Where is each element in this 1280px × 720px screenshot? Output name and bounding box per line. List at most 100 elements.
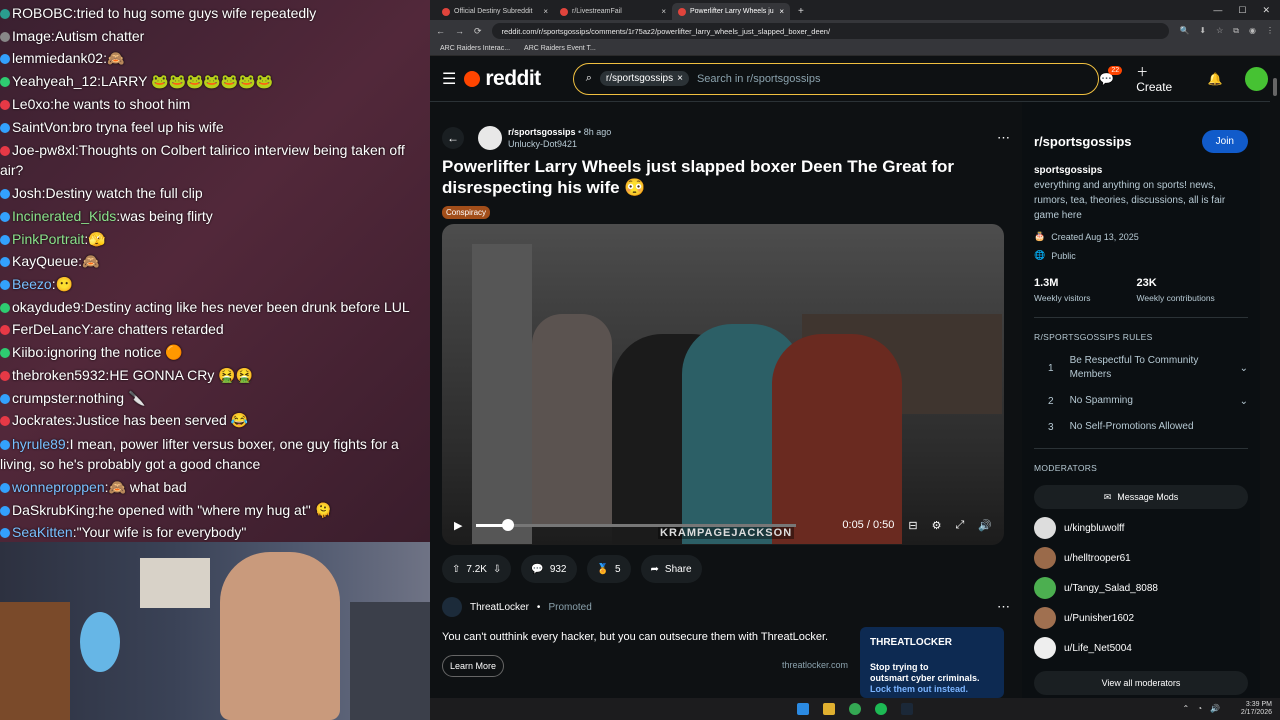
hamburger-icon[interactable]: ☰	[442, 69, 456, 89]
tab-powerlifter[interactable]: Powerlifter Larry Wheels ju ×	[672, 3, 790, 20]
close-icon[interactable]: ×	[543, 7, 548, 16]
award-button[interactable]: 🏅 5	[586, 555, 631, 583]
chat-icon[interactable]: 💬 22	[1099, 65, 1123, 86]
scrub-handle[interactable]	[502, 518, 515, 531]
back-button[interactable]: ←	[442, 127, 464, 149]
volume-icon[interactable]: 🔊	[978, 519, 992, 532]
scrollbar[interactable]	[1270, 56, 1280, 698]
rule-item[interactable]: 1 Be Respectful To Community Members ⌄	[1034, 354, 1248, 382]
close-icon[interactable]: ×	[779, 7, 784, 16]
chat-username[interactable]: KayQueue	[12, 253, 78, 269]
avatar[interactable]	[1244, 66, 1268, 91]
play-icon[interactable]: ▶	[454, 519, 462, 532]
moderator-item[interactable]: u/kingbluwolff	[1034, 517, 1248, 539]
close-window-icon[interactable]: ✕	[1262, 5, 1270, 16]
create-button[interactable]: ＋ Create	[1136, 63, 1186, 94]
windows-start-icon[interactable]	[797, 703, 809, 715]
steam-icon[interactable]	[901, 703, 913, 715]
maximize-icon[interactable]: ☐	[1238, 5, 1246, 16]
extensions-icon[interactable]: ⧉	[1233, 26, 1239, 36]
chat-username[interactable]: Jockrates	[12, 412, 72, 428]
star-icon[interactable]: ☆	[1216, 26, 1223, 36]
advertiser-name[interactable]: ThreatLocker	[470, 602, 529, 613]
view-all-moderators-button[interactable]: View all moderators	[1034, 671, 1248, 695]
settings-icon[interactable]: ⚙	[932, 519, 942, 532]
forward-icon[interactable]: →	[455, 26, 464, 36]
tray-chevron-icon[interactable]: ⌃	[1182, 704, 1189, 713]
moderator-item[interactable]: u/helltrooper61	[1034, 547, 1248, 569]
reddit-logo[interactable]: reddit	[464, 67, 541, 91]
chat-username[interactable]: PinkPortrait	[12, 231, 84, 247]
back-icon[interactable]: ←	[436, 26, 445, 36]
downvote-icon[interactable]: ⇩	[493, 564, 501, 575]
install-icon[interactable]: ⬇	[1199, 26, 1206, 36]
tab-livestreamfail[interactable]: r/LivestreamFail ×	[554, 3, 672, 20]
chevron-down-icon[interactable]: ⌄	[1240, 363, 1248, 374]
more-options-icon[interactable]: ⋯	[997, 130, 1010, 146]
comments-button[interactable]: 💬 932	[521, 555, 577, 583]
chat-username[interactable]: FerDeLancY	[12, 321, 90, 337]
chat-username[interactable]: thebroken5932	[12, 367, 105, 383]
fullscreen-icon[interactable]: ⤢	[955, 519, 964, 532]
menu-icon[interactable]: ⋮	[1266, 26, 1274, 36]
captions-icon[interactable]: ⊟	[908, 519, 917, 532]
chat-username[interactable]: SaintVon	[12, 119, 68, 135]
chat-username[interactable]: Yeahyeah_12	[12, 73, 97, 89]
file-explorer-icon[interactable]	[823, 703, 835, 715]
chat-username[interactable]: Image	[12, 28, 51, 44]
join-button[interactable]: Join	[1201, 130, 1248, 153]
chat-username[interactable]: wonneproppen	[12, 479, 105, 495]
subreddit-icon[interactable]	[478, 126, 502, 150]
chat-username[interactable]: SeaKitten	[12, 524, 73, 540]
chat-username[interactable]: Incinerated_Kids	[12, 208, 116, 224]
bell-icon[interactable]: 🔔	[1208, 72, 1223, 86]
share-button[interactable]: ➦ Share	[640, 555, 702, 583]
reload-icon[interactable]: ⟳	[474, 26, 482, 37]
post-flair[interactable]: Conspiracy	[442, 206, 491, 219]
search-scope-chip[interactable]: r/sportsgossips ×	[599, 71, 689, 86]
profile-icon[interactable]: ◉	[1249, 26, 1256, 36]
ad-image[interactable]: THREATLOCKER Stop trying to outsmart cyb…	[860, 627, 1004, 698]
chat-username[interactable]: hyrule89	[12, 436, 66, 452]
chat-username[interactable]: crumpster	[12, 390, 74, 406]
video-scrubber[interactable]	[476, 518, 797, 531]
subreddit-link[interactable]: r/sportsgossips	[508, 127, 576, 137]
bookmark-item[interactable]: ARC Raiders Interac...	[440, 45, 510, 52]
message-mods-button[interactable]: ✉ Message Mods	[1034, 485, 1248, 509]
upvote-icon[interactable]: ⇧	[452, 564, 460, 575]
url-field[interactable]: reddit.com/r/sportsgossips/comments/1r75…	[491, 23, 1170, 39]
chat-username[interactable]: okaydude9	[12, 299, 81, 315]
close-icon[interactable]: ×	[677, 73, 683, 84]
chat-username[interactable]: Josh	[12, 185, 42, 201]
search-input[interactable]: ⌕ r/sportsgossips × Search in r/sportsgos…	[572, 62, 1100, 95]
moderator-item[interactable]: u/Punisher1602	[1034, 607, 1248, 629]
tab-destiny[interactable]: Official Destiny Subreddit ×	[436, 3, 554, 20]
rule-item[interactable]: 2 No Spamming ⌄	[1034, 394, 1248, 408]
chrome-icon[interactable]	[849, 703, 861, 715]
chevron-down-icon[interactable]: ⌄	[1240, 396, 1248, 407]
system-clock[interactable]: 3:39 PM 2/17/2026	[1241, 701, 1272, 717]
spotify-icon[interactable]	[875, 703, 887, 715]
new-tab-button[interactable]: +	[790, 3, 812, 20]
scrollbar-thumb[interactable]	[1273, 78, 1277, 96]
chat-username[interactable]: Le0xo	[12, 96, 50, 112]
chat-username[interactable]: lemmiedank02	[12, 50, 103, 66]
rule-item[interactable]: 3 No Self-Promotions Allowed	[1034, 420, 1248, 434]
moderator-item[interactable]: u/Tangy_Salad_8088	[1034, 577, 1248, 599]
author-link[interactable]: Unlucky-Dot9421	[508, 139, 577, 149]
volume-icon[interactable]: 🔊	[1210, 704, 1220, 713]
more-options-icon[interactable]: ⋯	[997, 599, 1010, 615]
close-icon[interactable]: ×	[661, 7, 666, 16]
bookmark-item[interactable]: ARC Raiders Event T...	[524, 45, 596, 52]
chat-username[interactable]: ROBOBC	[12, 5, 73, 21]
chat-username[interactable]: Joe-pw8xl	[12, 142, 75, 158]
chat-username[interactable]: DaSkrubKing	[12, 502, 95, 518]
moderator-item[interactable]: u/Life_Net5004	[1034, 637, 1248, 659]
chat-username[interactable]: Beezo	[12, 276, 52, 292]
video-player[interactable]: KRAMPAGEJACKSON ▶ 0:05 / 0:50 ⊟ ⚙ ⤢ 🔊	[442, 224, 1004, 545]
chat-username[interactable]: Kiibo	[12, 344, 43, 360]
wifi-icon[interactable]: ◔	[1197, 704, 1202, 713]
minimize-icon[interactable]: —	[1213, 5, 1222, 15]
learn-more-button[interactable]: Learn More	[442, 655, 505, 677]
promo-domain[interactable]: threatlocker.com	[782, 660, 848, 670]
